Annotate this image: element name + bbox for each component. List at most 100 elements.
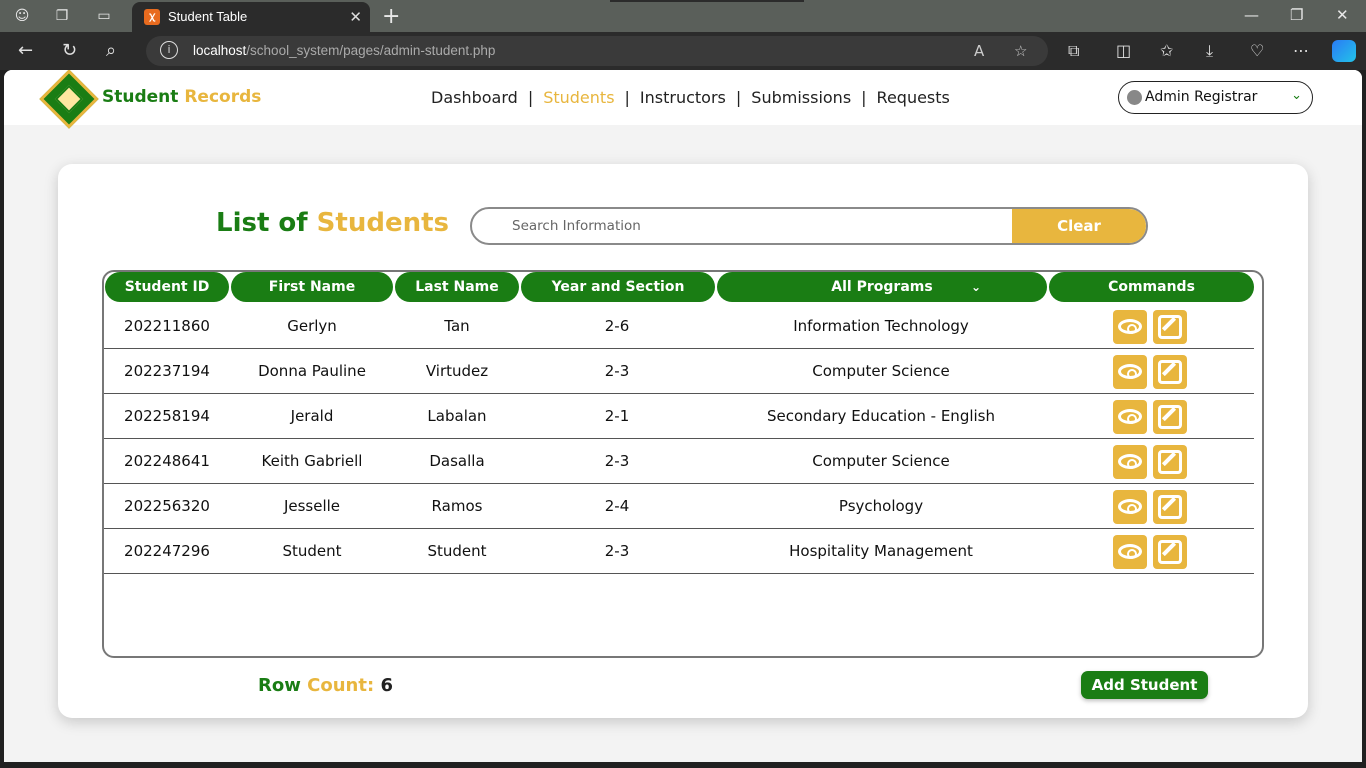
col-last-name[interactable]: Last Name [395, 272, 519, 302]
search-icon[interactable]: ⌕ [106, 40, 116, 61]
table-row: 202258194 Jerald Labalan 2-1 Secondary Educa… [104, 394, 1254, 439]
row-count-value: 6 [380, 675, 393, 696]
split-screen-icon[interactable]: ◫ [1116, 41, 1131, 60]
search-bar: Clear [470, 207, 1148, 245]
view-button[interactable] [1113, 400, 1147, 434]
nav-students[interactable]: Students [543, 88, 614, 107]
cell-year-section: 2-6 [604, 317, 630, 335]
row-count-word-2: Count: [307, 675, 375, 696]
eye-icon [1118, 454, 1142, 469]
view-button[interactable] [1113, 445, 1147, 479]
nav-requests[interactable]: Requests [877, 88, 950, 107]
cell-last-name: Virtudez [425, 362, 489, 380]
tab-actions-icon[interactable]: ▭ [94, 6, 114, 26]
table-row: 202237194 Donna Pauline Virtudez 2-3 Compute… [104, 349, 1254, 394]
user-dropdown[interactable]: Admin Registrar ⌄ [1118, 81, 1313, 114]
address-bar-row: ← ↻ ⌕ i localhost/school_system/pages/ad… [0, 32, 1366, 70]
xampp-favicon-icon: ꭓ [144, 9, 160, 25]
students-card: List of Students Clear Student ID First … [58, 164, 1308, 718]
row-count: Row Count: 6 [258, 675, 393, 696]
cell-first-name: Donna Pauline [258, 362, 366, 380]
url-text: localhost/school_system/pages/admin-stud… [193, 43, 495, 58]
cell-last-name: Dasalla [429, 452, 485, 470]
cell-program: Psychology [838, 497, 924, 515]
table-row: 202247296 Student Student 2-3 Hospitality Ma… [104, 529, 1254, 574]
cell-first-name: Keith Gabriell [261, 452, 363, 470]
back-icon[interactable]: ← [18, 40, 33, 61]
programs-filter-label: All Programs [831, 279, 933, 295]
edit-button[interactable] [1153, 490, 1187, 524]
cell-last-name: Tan [444, 317, 470, 335]
restore-icon[interactable]: ❐ [1290, 6, 1303, 24]
search-input[interactable] [472, 209, 1012, 243]
col-year-section[interactable]: Year and Section [521, 272, 715, 302]
row-count-word-1: Row [258, 675, 301, 696]
minimize-icon[interactable]: — [1244, 6, 1259, 24]
cell-student-id: 202237194 [124, 362, 210, 380]
url-host: localhost [193, 43, 247, 58]
window-close-icon[interactable]: ✕ [1336, 6, 1349, 24]
students-table: Student ID First Name Last Name Year and… [102, 270, 1264, 658]
add-student-button[interactable]: Add Student [1081, 671, 1208, 699]
brand-title[interactable]: Student Records [102, 87, 261, 107]
edit-button[interactable] [1153, 355, 1187, 389]
profile-icon[interactable]: ☺ [12, 6, 32, 26]
table-header: Student ID First Name Last Name Year and… [104, 272, 1262, 304]
downloads-icon[interactable]: ⤓ [1206, 41, 1213, 61]
view-button[interactable] [1113, 490, 1147, 524]
nav-dashboard[interactable]: Dashboard [431, 88, 518, 107]
read-aloud-icon[interactable]: A [974, 42, 984, 60]
school-logo-icon [39, 70, 99, 129]
view-button[interactable] [1113, 310, 1147, 344]
site-header: Student Records Dashboard | Students | Instr… [4, 70, 1362, 129]
cell-program: Information Technology [793, 317, 969, 335]
edit-icon [1158, 315, 1182, 339]
table-row: 202248641 Keith Gabriell Dasalla 2-3 Compute… [104, 439, 1254, 484]
table-row: 202256320 Jesselle Ramos 2-4 Psychology [104, 484, 1254, 529]
copilot-icon[interactable] [1332, 40, 1356, 62]
title-word-1: List of [216, 208, 308, 238]
site-info-icon[interactable]: i [160, 41, 178, 59]
col-first-name[interactable]: First Name [231, 272, 393, 302]
edit-icon [1158, 405, 1182, 429]
cell-year-section: 2-1 [604, 407, 630, 425]
page-viewport: Student Records Dashboard | Students | Instr… [4, 70, 1362, 762]
refresh-icon[interactable]: ↻ [62, 40, 77, 61]
cell-student-id: 202256320 [124, 497, 210, 515]
eye-icon [1118, 319, 1142, 334]
edit-button[interactable] [1153, 400, 1187, 434]
edit-button[interactable] [1153, 310, 1187, 344]
nav-instructors[interactable]: Instructors [640, 88, 726, 107]
edit-icon [1158, 495, 1182, 519]
cell-last-name: Student [427, 542, 487, 560]
cell-student-id: 202248641 [124, 452, 210, 470]
cell-student-id: 202258194 [124, 407, 210, 425]
favorite-star-icon[interactable]: ☆ [1014, 42, 1027, 60]
brand-word-1: Student [102, 87, 179, 107]
performance-icon[interactable]: ♡ [1250, 41, 1264, 60]
new-tab-icon[interactable]: + [382, 4, 400, 29]
programs-filter-select[interactable]: All Programs ⌄ [717, 272, 1047, 302]
cell-year-section: 2-3 [604, 362, 630, 380]
title-word-2: Students [316, 208, 449, 238]
brand-word-2: Records [184, 87, 262, 107]
favorites-icon[interactable]: ✩ [1160, 41, 1173, 60]
view-button[interactable] [1113, 535, 1147, 569]
edit-button[interactable] [1153, 535, 1187, 569]
cell-first-name: Gerlyn [287, 317, 337, 335]
close-tab-icon[interactable]: ✕ [349, 8, 362, 26]
browser-tab[interactable]: ꭓ Student Table ✕ [132, 2, 370, 32]
url-field[interactable]: i localhost/school_system/pages/admin-st… [146, 36, 1048, 66]
extensions-icon[interactable]: ⧉ [1068, 41, 1079, 61]
col-student-id[interactable]: Student ID [105, 272, 229, 302]
workspaces-icon[interactable]: ❐ [52, 6, 72, 26]
user-name: Admin Registrar [1145, 89, 1258, 105]
more-menu-icon[interactable]: ⋯ [1293, 41, 1309, 60]
nav-submissions[interactable]: Submissions [751, 88, 851, 107]
eye-icon [1118, 499, 1142, 514]
clear-button[interactable]: Clear [1012, 209, 1146, 243]
edit-button[interactable] [1153, 445, 1187, 479]
view-button[interactable] [1113, 355, 1147, 389]
cell-last-name: Ramos [431, 497, 483, 515]
eye-icon [1118, 409, 1142, 424]
